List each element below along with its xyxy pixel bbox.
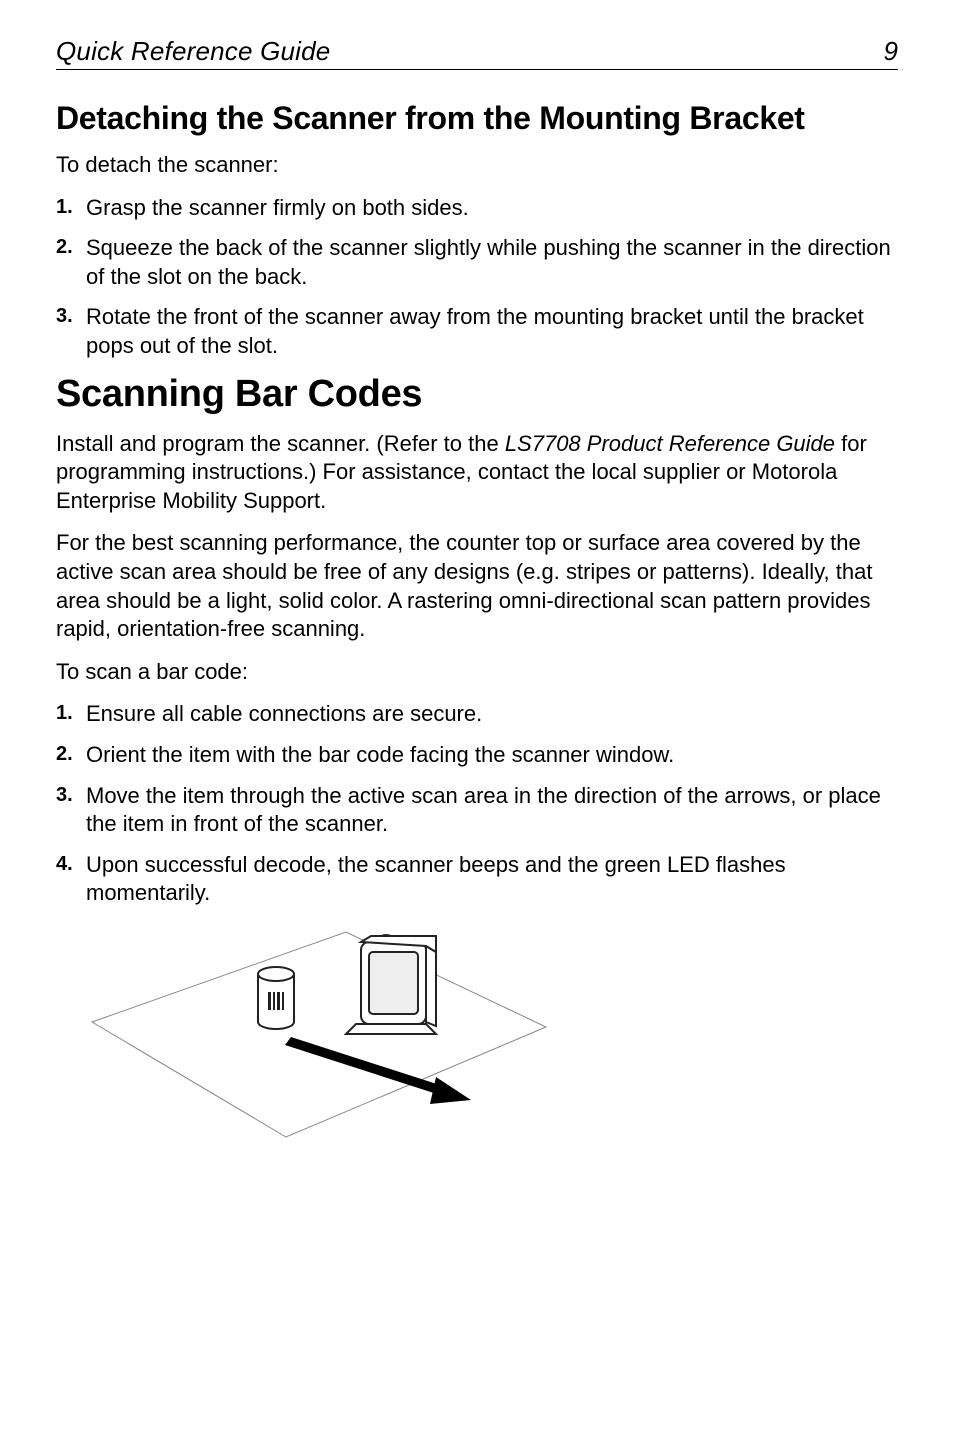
scanner-diagram-icon (86, 912, 556, 1147)
step-marker: 1. (56, 194, 86, 220)
list-item: 1. Ensure all cable connections are secu… (56, 700, 898, 729)
list-item: 2. Orient the item with the bar code fac… (56, 741, 898, 770)
detach-intro: To detach the scanner: (56, 151, 898, 180)
header-page-number: 9 (884, 36, 898, 67)
step-marker: 2. (56, 741, 86, 767)
scanning-para-1: Install and program the scanner. (Refer … (56, 430, 898, 516)
list-item: 3. Move the item through the active scan… (56, 782, 898, 839)
scanning-para-2: For the best scanning performance, the c… (56, 529, 898, 643)
scan-steps-list: 1. Ensure all cable connections are secu… (56, 700, 898, 908)
step-marker: 2. (56, 234, 86, 260)
step-text: Move the item through the active scan ar… (86, 782, 898, 839)
list-item: 4. Upon successful decode, the scanner b… (56, 851, 898, 908)
detach-steps-list: 1. Grasp the scanner firmly on both side… (56, 194, 898, 361)
step-text: Rotate the front of the scanner away fro… (86, 303, 898, 360)
list-item: 1. Grasp the scanner firmly on both side… (56, 194, 898, 223)
step-text: Squeeze the back of the scanner slightly… (86, 234, 898, 291)
section-heading-scanning: Scanning Bar Codes (56, 373, 898, 416)
header-title: Quick Reference Guide (56, 36, 330, 67)
step-text: Upon successful decode, the scanner beep… (86, 851, 898, 908)
section-heading-detaching: Detaching the Scanner from the Mounting … (56, 100, 898, 137)
step-marker: 1. (56, 700, 86, 726)
para1-pre: Install and program the scanner. (Refer … (56, 431, 505, 456)
step-text: Ensure all cable connections are secure. (86, 700, 898, 729)
list-item: 3. Rotate the front of the scanner away … (56, 303, 898, 360)
step-text: Grasp the scanner firmly on both sides. (86, 194, 898, 223)
step-text: Orient the item with the bar code facing… (86, 741, 898, 770)
step-marker: 3. (56, 303, 86, 329)
scanning-para-3: To scan a bar code: (56, 658, 898, 687)
scanner-illustration (86, 912, 898, 1152)
step-marker: 3. (56, 782, 86, 808)
page-header: Quick Reference Guide 9 (56, 36, 898, 70)
para1-italic: LS7708 Product Reference Guide (505, 431, 835, 456)
step-marker: 4. (56, 851, 86, 877)
list-item: 2. Squeeze the back of the scanner sligh… (56, 234, 898, 291)
